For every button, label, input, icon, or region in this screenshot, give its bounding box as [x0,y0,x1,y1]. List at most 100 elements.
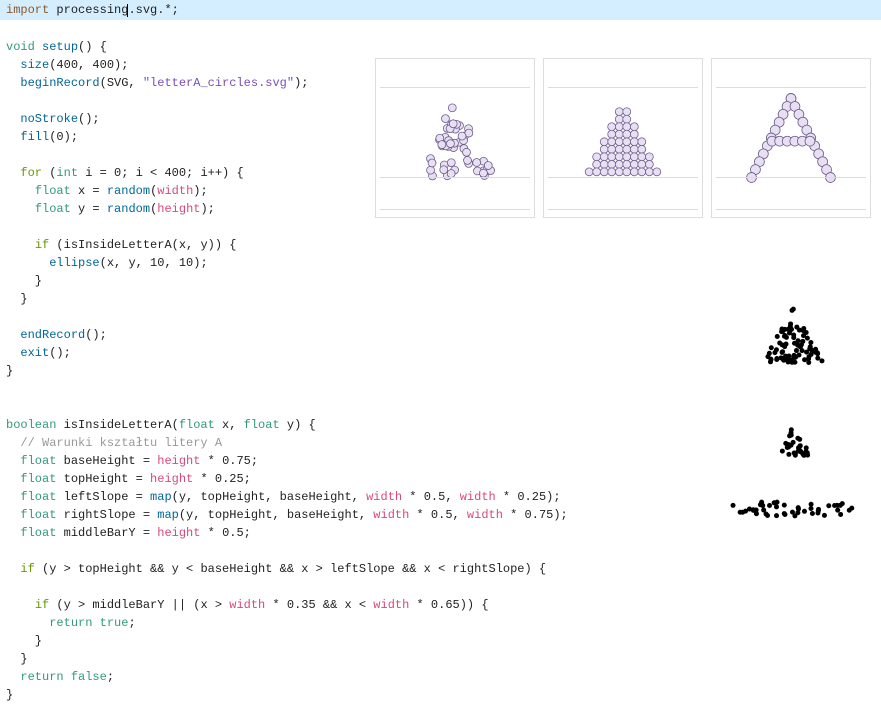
code-token: * 0.5; [200,526,250,540]
code-token: } [6,634,42,648]
code-token: (); [85,328,107,342]
code-token: import [6,3,56,17]
code-line[interactable] [0,218,881,236]
code-line[interactable] [0,20,881,38]
code-token: float [179,418,222,432]
code-line[interactable]: if (y > middleBarY || (x > width * 0.35 … [0,596,881,614]
code-token: (y, topHeight, baseHeight, [179,508,373,522]
code-token [6,130,20,144]
code-token [6,256,49,270]
code-token [6,508,20,522]
code-token: * 0.35 && x < [265,598,373,612]
code-token: () { [78,40,107,54]
code-token [6,112,20,126]
code-token: ); [200,202,214,216]
code-token: float [20,490,63,504]
code-token [6,670,20,684]
code-token: size [20,58,49,72]
code-token: baseHeight = [64,454,158,468]
code-line[interactable]: return false; [0,668,881,686]
code-token: (SVG, [100,76,143,90]
code-line[interactable]: } [0,650,881,668]
code-token: // Warunki kształtu litery A [20,436,222,450]
code-token: ); [193,184,207,198]
code-token: float [35,184,78,198]
code-token [6,454,20,468]
code-token [6,184,35,198]
code-token: boolean [6,418,64,432]
code-token [6,616,49,630]
code-token: y = [78,202,107,216]
code-token: float [35,202,78,216]
code-token: .svg.*; [128,3,178,17]
code-token [6,436,20,450]
code-token [6,598,35,612]
thumbnail-random[interactable] [375,58,535,218]
code-token: (x, y, 10, 10); [100,256,208,270]
code-token: exit [20,346,49,360]
code-token: return [20,670,70,684]
code-token: middleBarY = [64,526,158,540]
code-token: topHeight = [64,472,150,486]
code-token [6,58,20,72]
code-token: ); [294,76,308,90]
output-column [723,280,863,524]
code-token: * 0.25); [496,490,561,504]
code-token: ; [107,670,114,684]
code-token: (isInsideLetterA(x, y)) { [56,238,236,252]
code-token: } [6,292,28,306]
code-line[interactable]: void setup() { [0,38,881,56]
code-token: leftSlope = [64,490,150,504]
code-line[interactable]: if (isInsideLetterA(x, y)) { [0,236,881,254]
code-token: (y, topHeight, baseHeight, [172,490,366,504]
code-token: float [244,418,287,432]
code-token [6,76,20,90]
code-token: if [35,238,57,252]
code-token: * 0.5, [409,508,467,522]
code-token: random [107,184,150,198]
thumbnail-grid[interactable] [543,58,703,218]
code-token: x, [222,418,244,432]
code-line[interactable] [0,542,881,560]
code-token: float [20,526,63,540]
code-token: height [157,526,200,540]
code-token: width [467,508,503,522]
code-line[interactable]: } [0,686,881,704]
code-token: y) { [287,418,316,432]
code-token: (); [78,112,100,126]
code-token: random [107,202,150,216]
code-token: * 0.75); [503,508,568,522]
code-token: if [20,562,42,576]
output-bar [728,494,858,524]
code-line[interactable]: return true; [0,614,881,632]
code-token: ellipse [49,256,99,270]
code-token: x = [78,184,107,198]
code-line[interactable]: if (y > topHeight && y < baseHeight && x… [0,560,881,578]
code-line[interactable] [0,578,881,596]
code-token [6,526,20,540]
code-token: if [35,598,57,612]
code-line[interactable]: float middleBarY = height * 0.5; [0,524,881,542]
code-token: width [460,490,496,504]
output-sparse [753,412,833,472]
code-token: false [71,670,107,684]
code-line[interactable]: import processing.svg.*; [0,0,881,20]
code-token: fill [20,130,49,144]
code-token: width [157,184,193,198]
code-token: processing [56,3,128,17]
code-token: } [6,364,13,378]
code-token: endRecord [20,328,85,342]
code-token: ; [128,616,135,630]
code-token: int [56,166,85,180]
code-token: true [100,616,129,630]
code-token: } [6,274,42,288]
thumbnail-outline[interactable] [711,58,871,218]
code-token: isInsideLetterA( [64,418,179,432]
code-token: (); [49,346,71,360]
code-token [6,202,35,216]
code-line[interactable]: } [0,632,881,650]
code-token: void [6,40,42,54]
code-line[interactable]: ellipse(x, y, 10, 10); [0,254,881,272]
code-token: float [20,508,63,522]
code-token [6,472,20,486]
